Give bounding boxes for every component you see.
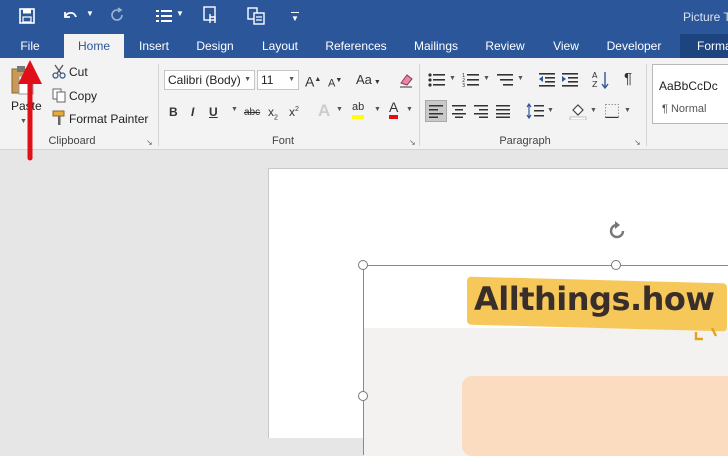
picture-inner-card — [462, 376, 728, 456]
tab-developer[interactable]: Developer — [601, 34, 667, 58]
align-left-icon — [429, 105, 443, 118]
save-icon[interactable] — [19, 8, 35, 24]
tab-references[interactable]: References — [322, 34, 390, 58]
subscript-icon[interactable]: x2 — [268, 104, 278, 126]
show-formatting-icon[interactable]: ¶ — [624, 71, 632, 87]
ribbon-home: Paste ▼ Cut Copy Format Painter Clipboar… — [0, 58, 728, 150]
change-case-icon[interactable]: Aa ▼ — [356, 72, 381, 91]
text-effects-icon[interactable]: A — [318, 102, 330, 119]
increase-indent-icon[interactable] — [561, 72, 579, 88]
tab-review[interactable]: Review — [481, 34, 529, 58]
resize-handle-left[interactable] — [358, 391, 368, 401]
print-preview-icon[interactable] — [247, 7, 265, 25]
format-painter-icon[interactable] — [52, 110, 66, 126]
shading-icon[interactable] — [569, 102, 587, 120]
clipboard-group-label: Clipboard — [48, 135, 96, 147]
multilevel-list-icon[interactable] — [496, 72, 514, 88]
paragraph-group-label: Paragraph — [499, 135, 551, 147]
resize-handle-top-left[interactable] — [358, 260, 368, 270]
customize-qat-icon[interactable]: ▼ — [291, 12, 299, 23]
numbering-dropdown-icon[interactable]: ▼ — [483, 75, 490, 82]
grow-font-icon[interactable]: A▲ — [305, 72, 321, 90]
clipboard-launcher-icon[interactable]: ↘ — [146, 138, 153, 147]
copy-button[interactable]: Copy — [69, 89, 97, 103]
list-format-dropdown-icon[interactable]: ▼ — [176, 9, 184, 18]
resize-handle-top[interactable] — [611, 260, 621, 270]
clear-formatting-icon[interactable] — [398, 72, 414, 88]
font-name-value: Calibri (Body) — [168, 73, 241, 87]
picture-selection-frame[interactable]: Allthings.how — [363, 265, 728, 456]
bullets-dropdown-icon[interactable]: ▼ — [449, 75, 456, 82]
tab-insert[interactable]: Insert — [131, 34, 177, 58]
decrease-indent-icon[interactable] — [538, 72, 556, 88]
tab-mailings[interactable]: Mailings — [406, 34, 466, 58]
superscript-icon[interactable]: x2 — [289, 102, 299, 120]
annotation-arrow-icon — [18, 60, 42, 161]
font-color-dropdown-icon[interactable]: ▼ — [406, 106, 413, 113]
bold-icon[interactable]: B — [169, 104, 178, 120]
chevron-down-icon: ▼ — [244, 76, 251, 83]
multilevel-dropdown-icon[interactable]: ▼ — [517, 75, 524, 82]
brand-logo-text: Allthings.how — [474, 280, 715, 318]
sort-icon[interactable]: A Z — [592, 70, 610, 90]
undo-dropdown-icon[interactable]: ▼ — [86, 9, 94, 18]
document-page[interactable]: Allthings.how — [268, 168, 728, 456]
align-right-icon[interactable] — [474, 104, 488, 118]
justify-icon[interactable] — [496, 104, 510, 118]
paragraph-launcher-icon[interactable]: ↘ — [634, 138, 641, 147]
font-size-select[interactable]: 11 ▼ — [257, 70, 299, 90]
shrink-font-icon[interactable]: A▼ — [328, 73, 342, 92]
undo-icon[interactable] — [62, 8, 78, 24]
list-format-icon[interactable] — [155, 8, 173, 24]
format-painter-button[interactable]: Format Painter — [69, 112, 148, 126]
font-launcher-icon[interactable]: ↘ — [409, 138, 416, 147]
strikethrough-icon[interactable]: abc — [244, 105, 260, 121]
tab-format[interactable]: Forma — [680, 34, 728, 58]
underline-dropdown-icon[interactable]: ▼ — [231, 106, 238, 113]
borders-dropdown-icon[interactable]: ▼ — [624, 107, 631, 114]
svg-text:Z: Z — [592, 80, 598, 89]
borders-icon[interactable] — [605, 104, 619, 118]
cut-button[interactable]: Cut — [69, 65, 88, 79]
window-title: Picture T — [683, 10, 728, 24]
separator — [646, 64, 647, 146]
numbering-icon[interactable]: 1 2 3 — [462, 72, 480, 88]
brand-accent-icon — [694, 327, 718, 341]
highlight-dropdown-icon[interactable]: ▼ — [374, 106, 381, 113]
line-spacing-icon[interactable] — [526, 103, 544, 119]
separator — [419, 64, 420, 146]
font-color-icon[interactable]: A — [389, 100, 399, 119]
italic-icon[interactable]: I — [191, 104, 194, 120]
line-spacing-dropdown-icon[interactable]: ▼ — [547, 107, 554, 114]
font-size-value: 11 — [261, 73, 274, 87]
font-group-label: Font — [271, 135, 294, 147]
touch-mode-icon[interactable] — [202, 6, 220, 26]
rotate-handle-icon[interactable] — [605, 219, 629, 243]
font-name-select[interactable]: Calibri (Body) ▼ — [164, 70, 255, 90]
highlight-color-icon[interactable]: ab — [352, 100, 365, 119]
svg-text:A: A — [592, 71, 598, 80]
tab-home[interactable]: Home — [64, 34, 124, 58]
underline-icon[interactable]: U — [209, 104, 218, 120]
shading-dropdown-icon[interactable]: ▼ — [590, 107, 597, 114]
style-normal[interactable]: AaBbCcDc ¶ Normal — [652, 64, 728, 124]
cut-icon[interactable] — [52, 64, 66, 79]
style-preview: AaBbCcDc — [659, 79, 718, 93]
chevron-down-icon: ▼ — [288, 76, 295, 83]
svg-text:3: 3 — [462, 83, 465, 88]
tab-design[interactable]: Design — [190, 34, 240, 58]
copy-icon[interactable] — [52, 88, 66, 103]
align-center-icon[interactable] — [452, 104, 466, 118]
tab-view[interactable]: View — [546, 34, 586, 58]
bullets-icon[interactable] — [428, 72, 446, 88]
redo-icon — [111, 7, 123, 21]
ribbon-tabs: File Home Insert Design Layout Reference… — [0, 34, 728, 58]
title-bar: ▼ ▼ ▼ Picture T — [0, 0, 728, 34]
text-effects-dropdown-icon[interactable]: ▼ — [336, 106, 343, 113]
tab-layout[interactable]: Layout — [256, 34, 304, 58]
style-normal-label: ¶ Normal — [662, 103, 707, 115]
separator — [158, 64, 159, 146]
